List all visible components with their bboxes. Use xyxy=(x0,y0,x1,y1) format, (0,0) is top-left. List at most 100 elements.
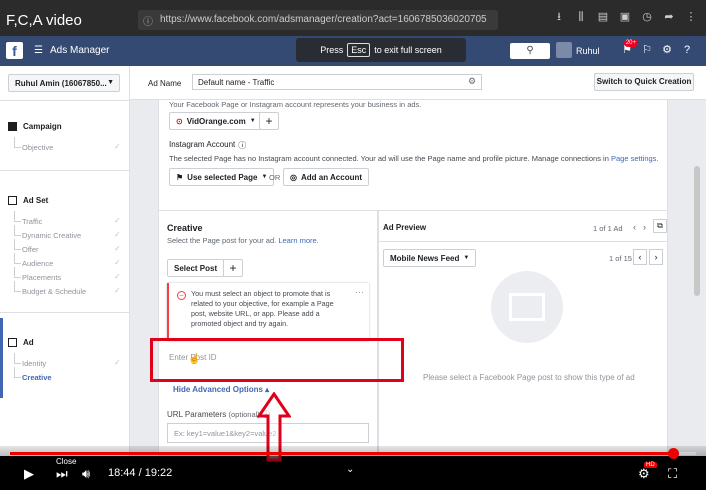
sidebar-campaign[interactable]: Campaign xyxy=(8,122,62,131)
preview-placeholder-icon xyxy=(491,271,563,343)
sidebar-item-audience[interactable]: Audience xyxy=(13,253,53,268)
creative-subtitle-text: Select the Page post for your ad. xyxy=(167,236,277,245)
more-options-icon[interactable]: ··· xyxy=(355,287,364,297)
scrollbar[interactable] xyxy=(694,166,700,296)
account-select[interactable]: Ruhul Amin (16067850... ▼ xyxy=(8,74,120,92)
learn-more-link[interactable]: Learn more. xyxy=(278,236,318,245)
sidebar-item-creative[interactable]: Creative xyxy=(14,367,52,382)
identity-card: Your Facebook Page or Instagram account … xyxy=(158,100,668,214)
flag-icon: ⚑ xyxy=(176,172,184,182)
chevron-right-icon[interactable]: › xyxy=(649,249,663,265)
sidebar-item-dynamic-creative[interactable]: Dynamic Creative xyxy=(13,225,81,240)
fullscreen-exit-icon[interactable]: ⛶ xyxy=(668,466,677,482)
sidebar-item-placements[interactable]: Placements xyxy=(13,267,61,282)
next-icon[interactable]: ⏭ xyxy=(56,466,68,482)
placement-select[interactable]: Mobile News Feed ▼ xyxy=(383,249,477,267)
avatar[interactable] xyxy=(556,42,572,58)
instagram-icon: ◎ xyxy=(290,172,297,182)
sidebar-ad[interactable]: Ad xyxy=(8,338,34,347)
fullscreen-notice: Press Esc to exit full screen xyxy=(296,38,466,62)
flag-icon[interactable]: ⚐ xyxy=(640,42,654,58)
instagram-note: The selected Page has no Instagram accou… xyxy=(169,154,659,163)
add-account-button[interactable]: ◎ Add an Account xyxy=(283,168,370,186)
check-icon: ✓ xyxy=(114,244,121,253)
sidebar: Ruhul Amin (16067850... ▼ Campaign Objec… xyxy=(0,66,130,456)
volume-icon[interactable]: 🔊︎ xyxy=(82,466,90,482)
page-select[interactable]: ⊙ VidOrange.com ▼ xyxy=(169,112,263,130)
time-current: 18:44 xyxy=(108,467,136,479)
check-icon: ✓ xyxy=(114,258,121,267)
check-icon: ✓ xyxy=(114,230,121,239)
menu-icon[interactable]: ☰ xyxy=(34,45,43,56)
url-params-label-text: URL Parameters xyxy=(167,410,227,419)
sidebar-item-budget-schedule[interactable]: Budget & Schedule xyxy=(13,281,86,296)
reader-icon[interactable]: ▤ xyxy=(596,10,610,24)
notice-text: Press xyxy=(320,45,344,55)
info-icon: ⓘ xyxy=(143,17,153,28)
advanced-options-toggle[interactable]: Hide Advanced Options ▴ xyxy=(173,385,269,394)
chevron-left-icon[interactable]: ‹ xyxy=(633,222,636,232)
caret-down-icon: ▼ xyxy=(463,255,470,261)
or-label: OR xyxy=(269,173,281,182)
check-icon: ✓ xyxy=(114,216,121,225)
error-icon: – xyxy=(177,291,186,300)
settings-gear-icon[interactable]: ⚙ xyxy=(638,466,650,482)
close-label[interactable]: Close xyxy=(56,457,76,466)
clock-icon[interactable]: ◷ xyxy=(640,10,654,24)
video-progress-bar[interactable] xyxy=(10,448,696,459)
search-icon[interactable]: ⚲ xyxy=(510,43,550,59)
sidebar-adset[interactable]: Ad Set xyxy=(8,196,48,205)
switch-quick-creation-button[interactable]: Switch to Quick Creation xyxy=(594,73,694,91)
sidebar-item-identity[interactable]: Identity xyxy=(13,353,46,368)
add-account-label: Add an Account xyxy=(300,172,363,182)
adset-icon xyxy=(8,196,17,205)
ads-manager-page: Ruhul Amin (16067850... ▼ Campaign Objec… xyxy=(0,66,706,456)
gear-icon[interactable]: ⚙ xyxy=(468,76,476,87)
ad-name-label: Ad Name xyxy=(148,79,182,88)
use-page-label: Use selected Page xyxy=(187,172,258,182)
ad-name-bar: Ad Name Default name - Traffic ⚙ Switch … xyxy=(130,66,706,100)
help-icon[interactable]: ? xyxy=(680,42,694,58)
library-icon[interactable]: ⫼ xyxy=(574,10,588,24)
gear-icon[interactable]: ⚙ xyxy=(660,42,674,58)
play-icon[interactable]: ▶ xyxy=(24,466,34,482)
use-selected-page-button[interactable]: ⚑ Use selected Page ▼ xyxy=(169,168,275,186)
campaign-icon xyxy=(8,122,17,131)
user-name[interactable]: Ruhul xyxy=(576,46,600,56)
chevron-left-icon[interactable]: ‹ xyxy=(633,249,647,265)
share-arrow-icon[interactable]: ➦ xyxy=(662,10,676,24)
facebook-logo-icon[interactable]: f xyxy=(6,42,23,59)
notification-icon[interactable]: ⚑ 20+ xyxy=(620,39,638,58)
download-icon[interactable]: ⭳ xyxy=(552,10,566,24)
page-settings-link[interactable]: Page settings xyxy=(611,154,656,163)
open-external-icon[interactable]: ⧉ xyxy=(653,219,667,233)
sidebar-item-offer[interactable]: Offer xyxy=(14,239,39,254)
esc-key: Esc xyxy=(347,43,371,57)
sidebar-section-label: Campaign xyxy=(23,122,62,131)
sidebar-item-traffic[interactable]: Traffic xyxy=(13,211,42,226)
identity-note: Your Facebook Page or Instagram account … xyxy=(169,100,422,109)
chevron-right-icon[interactable]: › xyxy=(643,222,646,232)
check-icon: ✓ xyxy=(114,286,121,295)
check-icon: ✓ xyxy=(114,142,121,151)
more-icon[interactable]: ⋮ xyxy=(684,10,698,24)
notice-text-2: to exit full screen xyxy=(374,45,442,55)
browser-toolbar: F,C,A video ⓘ https://www.facebook.com/a… xyxy=(0,0,706,36)
caret-down-icon: ▼ xyxy=(249,118,256,124)
add-page-button[interactable]: + xyxy=(259,112,279,130)
placement-label: Mobile News Feed xyxy=(390,253,460,263)
video-timecode: 18:44 / 19:22 xyxy=(108,467,173,479)
address-bar[interactable]: ⓘ https://www.facebook.com/adsmanager/cr… xyxy=(138,10,498,30)
url-text: https://www.facebook.com/adsmanager/crea… xyxy=(160,14,487,25)
extension-icon[interactable]: ▣ xyxy=(618,10,632,24)
sidebar-section-label: Ad Set xyxy=(23,196,49,205)
mouse-cursor-icon: ☝ xyxy=(188,354,201,365)
select-post-button[interactable]: Select Post xyxy=(167,259,225,277)
add-post-button[interactable]: + xyxy=(223,259,243,277)
error-text: You must select an object to promote tha… xyxy=(191,289,334,328)
sidebar-item-objective[interactable]: Objective xyxy=(13,137,53,152)
caret-down-icon: ▼ xyxy=(261,174,268,180)
instagram-note-text: The selected Page has no Instagram accou… xyxy=(169,154,609,163)
ad-name-input[interactable]: Default name - Traffic xyxy=(192,74,482,90)
chevron-down-icon[interactable]: ⌄ xyxy=(346,464,354,475)
